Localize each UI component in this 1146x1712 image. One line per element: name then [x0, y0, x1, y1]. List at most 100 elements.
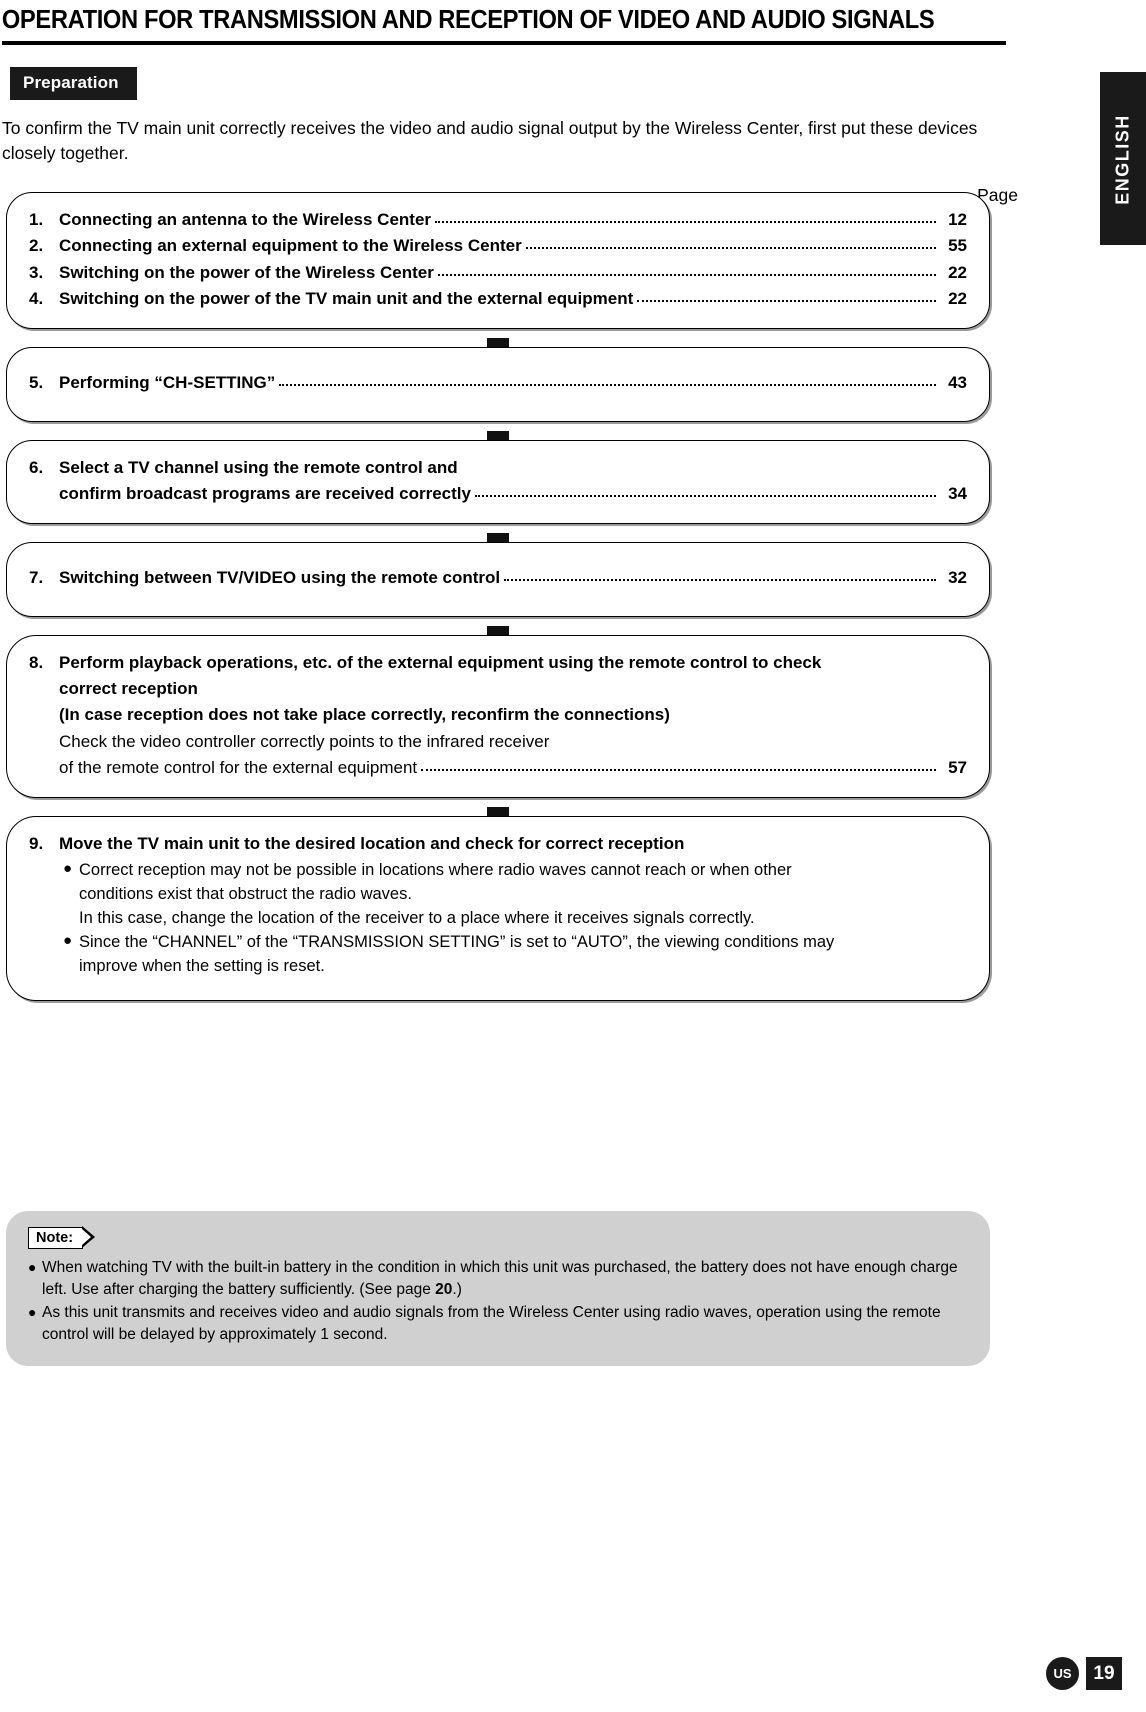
bullet-icon: ●: [63, 859, 73, 877]
flow-connector: [0, 329, 996, 383]
step-row: 1. Connecting an antenna to the Wireless…: [29, 207, 967, 233]
flow-connector: [0, 422, 996, 475]
step-page: 55: [948, 236, 967, 256]
flow-connector: [0, 617, 996, 670]
flow-box-steps-1-4: 1. Connecting an antenna to the Wireless…: [6, 192, 990, 330]
step-number: 9.: [29, 834, 44, 854]
bullet-text-line2: improve when the setting is reset.: [79, 957, 325, 976]
note-tag: Note:: [28, 1226, 96, 1249]
region-badge: US: [1046, 1657, 1079, 1690]
list-item-continuation: In this case, change the location of the…: [29, 906, 967, 930]
step-label-line2-row: correct reception: [29, 676, 967, 702]
step-heading: Move the TV main unit to the desired loc…: [59, 834, 685, 854]
note-text-pre: When watching TV with the built-in batte…: [42, 1259, 958, 1299]
note-tag-label: Note:: [36, 1230, 74, 1246]
preparation-tag: Preparation: [10, 67, 137, 101]
note-text-bold: 20: [435, 1281, 453, 1299]
intro-paragraph: To confirm the TV main unit correctly re…: [2, 118, 978, 164]
note-list-item: ● When watching TV with the built-in bat…: [28, 1257, 968, 1302]
step-row: confirm broadcast programs are received …: [29, 481, 967, 507]
flow-box-step-7: 7. Switching between TV/VIDEO using the …: [6, 542, 990, 617]
step-number: 1.: [29, 210, 44, 229]
preparation-flow: 1. Connecting an antenna to the Wireless…: [0, 192, 1146, 1002]
step-label: Switching on the power of the TV main un…: [59, 289, 634, 309]
step-page: 43: [948, 373, 967, 393]
bullet-spacer: [63, 882, 79, 906]
step-number: 7.: [29, 568, 44, 588]
leader-dots: [637, 300, 936, 303]
bullet-text-line1: Since the “CHANNEL” of the “TRANSMISSION…: [79, 933, 835, 952]
step-number: 5.: [29, 373, 44, 393]
bullet-spacer: [63, 906, 79, 930]
step-page: 32: [948, 568, 967, 588]
step-row: 9. Move the TV main unit to the desired …: [29, 831, 967, 857]
note-text-post: .): [452, 1281, 462, 1299]
step-label-line1: Perform playback operations, etc. of the…: [59, 652, 822, 672]
flow-connector: [0, 524, 996, 578]
page-title: OPERATION FOR TRANSMISSION AND RECEPTION…: [1, 6, 935, 34]
step-page: 22: [948, 289, 967, 309]
step-label-line1: Select a TV channel using the remote con…: [59, 457, 458, 477]
step-number: 3.: [29, 262, 44, 282]
list-item-continuation: conditions exist that obstruct the radio…: [29, 882, 967, 906]
flow-box-step-8: 8. Perform playback operations, etc. of …: [6, 634, 990, 799]
step-number: 2.: [29, 236, 44, 256]
step-label: Switching between TV/VIDEO using the rem…: [59, 568, 501, 588]
step-label-line4: Check the video controller correctly poi…: [59, 731, 550, 751]
flow-box-step-9: 9. Move the TV main unit to the desired …: [6, 816, 990, 1002]
list-item: ● Since the “CHANNEL” of the “TRANSMISSI…: [29, 930, 967, 954]
flow-box-step-5: 5. Performing “CH-SETTING” 43: [6, 347, 990, 422]
note-list-item: ● As this unit transmits and receives vi…: [28, 1302, 968, 1347]
leader-dots: [474, 495, 936, 498]
step-label: Connecting an antenna to the Wireless Ce…: [59, 210, 432, 229]
step-label: Performing “CH-SETTING”: [59, 373, 276, 393]
step-number: 6.: [29, 457, 44, 477]
page-number: 19: [1086, 1657, 1122, 1690]
step-label: Switching on the power of the Wireless C…: [59, 262, 434, 282]
bullet-icon: ●: [28, 1259, 37, 1275]
step-label-line3: (In case reception does not take place c…: [59, 705, 670, 725]
step-row: 2. Connecting an external equipment to t…: [29, 233, 967, 259]
leader-dots: [279, 384, 936, 387]
step-label-line3-row: (In case reception does not take place c…: [29, 702, 967, 728]
step-row: 5. Performing “CH-SETTING” 43: [29, 362, 967, 404]
leader-dots: [504, 579, 936, 582]
step-row: 8. Perform playback operations, etc. of …: [29, 650, 967, 676]
page-header: OPERATION FOR TRANSMISSION AND RECEPTION…: [0, 0, 1146, 46]
bullet-icon: ●: [28, 1303, 37, 1320]
step-page: 22: [948, 262, 967, 282]
language-tab-label: ENGLISH: [1112, 113, 1133, 205]
step-row: 7. Switching between TV/VIDEO using the …: [29, 557, 967, 599]
step-label: Connecting an external equipment to the …: [59, 236, 522, 256]
pennant-arrow-inner-icon: [82, 1229, 92, 1246]
bullet-icon: ●: [63, 932, 73, 950]
flow-connector: [0, 798, 996, 852]
page-footer: US 19: [1046, 1657, 1122, 1690]
bullet-text-line2: conditions exist that obstruct the radio…: [79, 884, 412, 903]
step-label-line4-row: Check the video controller correctly poi…: [29, 729, 967, 755]
step-label-line5: of the remote control for the external e…: [59, 758, 418, 778]
bullet-spacer: [63, 954, 79, 978]
bullet-text-line3: In this case, change the location of the…: [79, 908, 755, 927]
step-page: 12: [948, 210, 967, 229]
note-text: As this unit transmits and receives vide…: [42, 1303, 941, 1343]
step-label-line5-row: of the remote control for the external e…: [29, 755, 967, 781]
title-rule: [2, 41, 1006, 46]
step-page: 57: [948, 758, 967, 778]
list-item-continuation: improve when the setting is reset.: [29, 954, 967, 978]
flow-box-step-6: 6. Select a TV channel using the remote …: [6, 439, 990, 525]
step-label-line2: confirm broadcast programs are received …: [59, 484, 471, 504]
leader-dots: [437, 273, 936, 276]
step-page: 34: [948, 484, 967, 504]
step-row: 6. Select a TV channel using the remote …: [29, 455, 967, 481]
leader-dots: [435, 221, 936, 223]
step-row: 3. Switching on the power of the Wireles…: [29, 260, 967, 286]
step-row: 4. Switching on the power of the TV main…: [29, 286, 967, 312]
language-tab: ENGLISH: [1100, 72, 1146, 245]
list-item: ● Correct reception may not be possible …: [29, 858, 967, 882]
step-number: 8.: [29, 652, 44, 672]
bullet-text-line1: Correct reception may not be possible in…: [79, 860, 792, 879]
step-label-line2: correct reception: [59, 679, 198, 699]
step-number: 4.: [29, 289, 44, 309]
note-box: Note: ● When watching TV with the built-…: [6, 1211, 990, 1367]
